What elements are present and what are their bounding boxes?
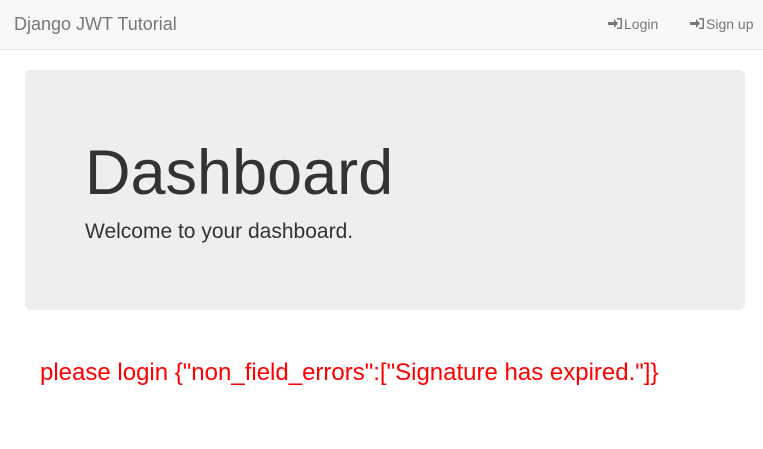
page-title: Dashboard: [85, 138, 394, 208]
log-in-icon: [608, 17, 623, 30]
dashboard-jumbotron: Dashboard Welcome to your dashboard.: [25, 70, 745, 310]
login-label: Login: [624, 16, 659, 32]
welcome-text: Welcome to your dashboard.: [85, 220, 354, 243]
log-in-icon: [690, 17, 705, 30]
navbar-brand[interactable]: Django JWT Tutorial: [14, 14, 177, 34]
login-link[interactable]: Login: [608, 16, 658, 32]
navbar: Django JWT Tutorial Login Sign up: [0, 0, 763, 50]
signup-label: Sign up: [706, 16, 754, 32]
error-message: please login {"non_field_errors":["Signa…: [40, 359, 659, 386]
signup-link[interactable]: Sign up: [690, 16, 753, 32]
